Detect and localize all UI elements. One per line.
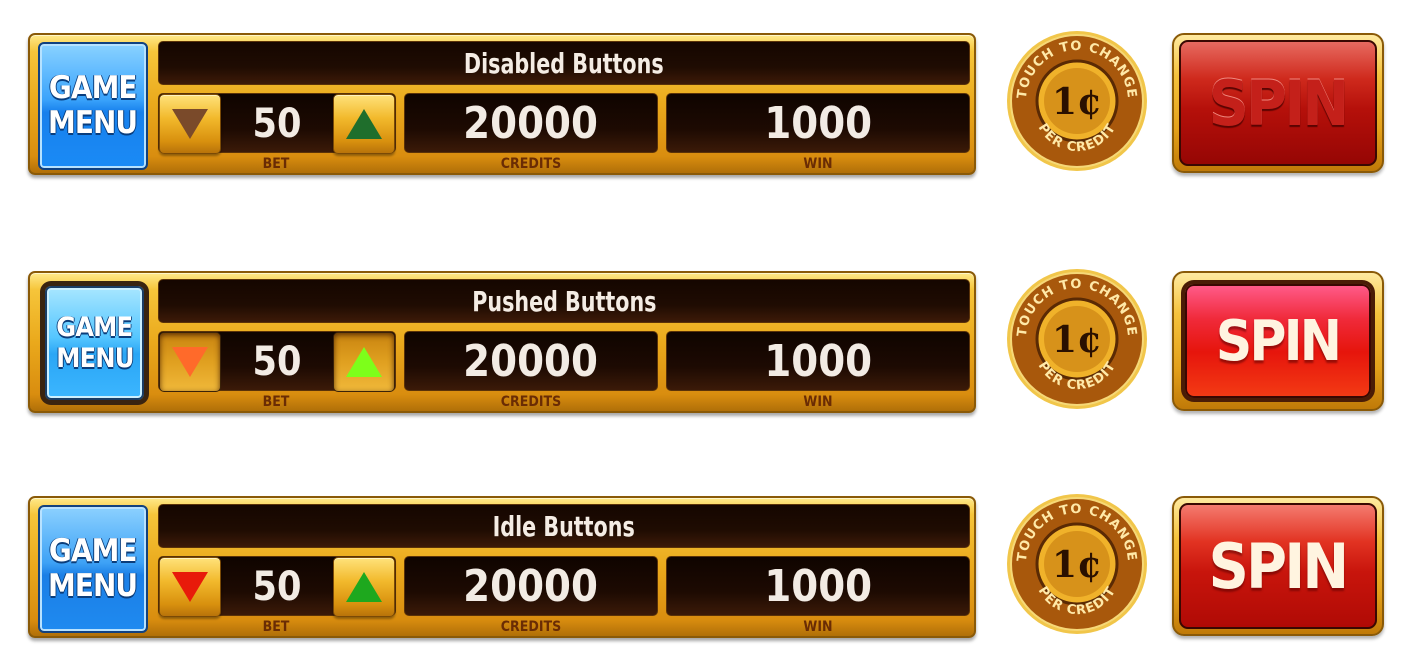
coin-value: 1¢ [1052, 544, 1102, 586]
win-display: 1000 [666, 331, 970, 391]
spin-button-face: SPIN [1179, 503, 1377, 629]
game-menu-label-line1: GAME [49, 533, 138, 569]
credits-value: 20000 [463, 335, 599, 387]
panel-title: Idle Buttons [492, 509, 636, 543]
credits-value: 20000 [463, 560, 599, 612]
spin-button[interactable]: SPIN [1172, 33, 1384, 173]
bet-value: 50 [252, 339, 302, 385]
bet-decrease-button[interactable] [159, 94, 221, 154]
bet-increase-button[interactable] [333, 94, 395, 154]
control-panel: GAME MENU Disabled Buttons 50 20000 1000… [28, 33, 976, 175]
control-panel: GAME MENU Pushed Buttons 50 20000 1000 B… [28, 271, 976, 413]
spin-label: SPIN [1209, 66, 1349, 140]
panel-title-bar: Disabled Buttons [158, 41, 970, 85]
bet-value: 50 [252, 101, 302, 147]
bet-label: BET [262, 394, 290, 410]
game-menu-label-line2: MENU [48, 568, 138, 604]
spin-label: SPIN [1216, 308, 1342, 374]
triangle-down-icon [172, 347, 208, 377]
credits-value: 20000 [463, 97, 599, 149]
game-menu-label-line2: MENU [55, 343, 134, 374]
bet-increase-button[interactable] [333, 557, 395, 617]
button-state-row-idle: GAME MENU Idle Buttons 50 20000 1000 BET… [0, 493, 1413, 643]
bet-control: 50 [158, 331, 396, 392]
spin-button-face: SPIN [1179, 40, 1377, 166]
denomination-coin-button[interactable]: TOUCH TO CHANGE PER CREDIT 1¢ [1006, 30, 1148, 172]
denomination-coin-button[interactable]: TOUCH TO CHANGE PER CREDIT 1¢ [1006, 268, 1148, 410]
win-display: 1000 [666, 556, 970, 616]
button-state-row-pushed: GAME MENU Pushed Buttons 50 20000 1000 B… [0, 268, 1413, 418]
bet-decrease-button[interactable] [159, 332, 221, 392]
panel-title: Disabled Buttons [464, 46, 664, 80]
game-menu-label-line1: GAME [56, 312, 134, 343]
spin-label: SPIN [1209, 529, 1349, 603]
credits-label: CREDITS [500, 156, 562, 172]
game-menu-label-line2: MENU [48, 105, 138, 141]
spin-button[interactable]: SPIN [1172, 271, 1384, 411]
win-label: WIN [803, 394, 833, 410]
win-display: 1000 [666, 93, 970, 153]
game-menu-button[interactable]: GAME MENU [45, 286, 144, 400]
button-state-row-disabled: GAME MENU Disabled Buttons 50 20000 1000… [0, 30, 1413, 180]
triangle-up-icon [346, 109, 382, 139]
game-menu-label-line1: GAME [49, 70, 138, 106]
win-value: 1000 [764, 335, 872, 387]
win-label: WIN [803, 156, 833, 172]
credits-display: 20000 [404, 331, 658, 391]
bet-label: BET [262, 156, 290, 172]
bet-value: 50 [252, 564, 302, 610]
bet-increase-button[interactable] [333, 332, 395, 392]
triangle-down-icon [172, 109, 208, 139]
triangle-up-icon [346, 347, 382, 377]
credits-label: CREDITS [500, 619, 562, 635]
triangle-down-icon [172, 572, 208, 602]
panel-title-bar: Idle Buttons [158, 504, 970, 548]
credits-label: CREDITS [500, 394, 562, 410]
bet-control: 50 [158, 93, 396, 154]
win-value: 1000 [764, 560, 872, 612]
game-menu-button[interactable]: GAME MENU [38, 505, 148, 633]
denomination-coin-button[interactable]: TOUCH TO CHANGE PER CREDIT 1¢ [1006, 493, 1148, 635]
triangle-up-icon [346, 572, 382, 602]
credits-display: 20000 [404, 93, 658, 153]
win-value: 1000 [764, 97, 872, 149]
spin-button-face: SPIN [1185, 284, 1371, 398]
credits-display: 20000 [404, 556, 658, 616]
control-panel: GAME MENU Idle Buttons 50 20000 1000 BET… [28, 496, 976, 638]
bet-decrease-button[interactable] [159, 557, 221, 617]
panel-title-bar: Pushed Buttons [158, 279, 970, 323]
game-menu-button[interactable]: GAME MENU [38, 42, 148, 170]
panel-title: Pushed Buttons [471, 284, 657, 318]
bet-label: BET [262, 619, 290, 635]
coin-value: 1¢ [1052, 319, 1102, 361]
spin-button[interactable]: SPIN [1172, 496, 1384, 636]
win-label: WIN [803, 619, 833, 635]
bet-control: 50 [158, 556, 396, 617]
coin-value: 1¢ [1052, 81, 1102, 123]
